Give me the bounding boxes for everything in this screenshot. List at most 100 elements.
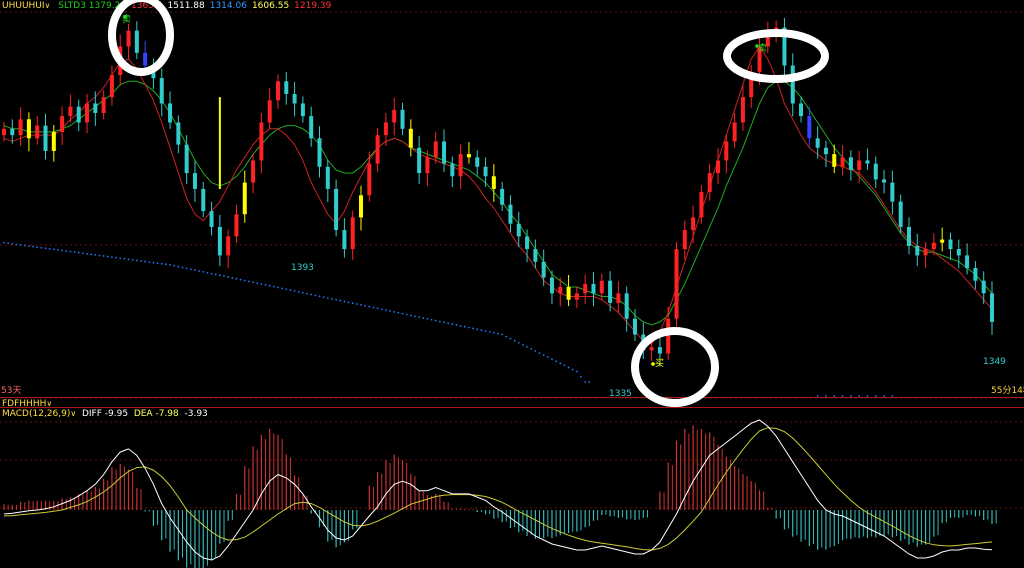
candle-body	[533, 249, 538, 262]
band-dot	[214, 273, 217, 276]
candle-body	[309, 116, 314, 139]
candle-body	[981, 280, 986, 294]
band-dot	[443, 321, 445, 324]
band-dot	[289, 289, 292, 292]
band-dot	[185, 267, 188, 270]
signal-label: 买	[655, 358, 664, 369]
band-dot	[314, 294, 317, 297]
candle-body	[724, 141, 729, 161]
band-dot	[517, 341, 520, 344]
band-dot	[833, 395, 836, 397]
candle-body	[616, 293, 621, 303]
ma-line-red	[3, 45, 993, 345]
band-dot	[322, 296, 325, 298]
band-dot	[36, 246, 39, 249]
band-dot	[135, 259, 138, 262]
band-dot	[94, 254, 97, 256]
band-dot	[111, 256, 113, 259]
candle-body	[915, 245, 920, 256]
band-dot	[380, 308, 383, 311]
band-dot	[235, 277, 238, 280]
candle-body	[375, 135, 380, 164]
band-dot	[318, 295, 321, 298]
candle-body	[392, 109, 397, 123]
price-label: 1335	[609, 389, 632, 399]
band-dot	[447, 322, 450, 325]
candle-body	[691, 217, 696, 231]
candle-body	[176, 122, 181, 145]
band-dot	[559, 362, 562, 365]
candle-body	[832, 154, 837, 167]
band-dot	[152, 261, 155, 264]
band-dot	[426, 317, 429, 320]
band-dot	[3, 241, 5, 244]
candle-body	[931, 242, 936, 250]
band-dot	[227, 276, 230, 278]
price-label: 1393	[291, 263, 314, 273]
band-dot	[430, 318, 433, 321]
band-dot	[513, 339, 516, 342]
candle-body	[234, 214, 239, 237]
band-dot	[11, 242, 14, 245]
band-dot	[575, 370, 578, 373]
band-dot	[106, 255, 109, 258]
band-dot	[293, 290, 296, 292]
band-dot	[140, 260, 142, 262]
candle-body	[732, 122, 737, 142]
band-dot	[841, 395, 844, 397]
candle-body	[574, 293, 579, 300]
price-chart[interactable]: 1393 1335 1349 卖买 卖	[0, 0, 1024, 568]
candle-body	[143, 52, 148, 66]
band-dot	[567, 366, 570, 369]
band-dot	[281, 287, 284, 290]
band-dot	[194, 269, 196, 272]
band-dot	[816, 395, 819, 397]
band-dot	[177, 265, 180, 268]
band-dot	[368, 305, 371, 308]
band-dot	[28, 245, 30, 247]
signal-label: 卖	[122, 14, 131, 25]
candle-body	[990, 293, 994, 322]
chevron-down-icon[interactable]: ∨	[70, 409, 76, 418]
macd-title[interactable]: MACD(12,26,9)	[2, 409, 70, 419]
candle-body	[699, 192, 704, 218]
price-label: 1349	[983, 357, 1006, 367]
band-dot	[463, 325, 466, 328]
band-dot	[355, 303, 358, 305]
band-dot	[858, 395, 861, 397]
band-dot	[181, 266, 184, 269]
candle-body	[192, 173, 197, 189]
candle-body	[865, 160, 870, 164]
band-dot	[389, 310, 391, 312]
band-dot	[584, 381, 587, 383]
band-dot	[268, 284, 271, 287]
band-dot	[405, 313, 408, 316]
band-dot	[69, 250, 72, 253]
band-dot	[484, 330, 487, 332]
band-dot	[90, 253, 93, 256]
candle-body	[300, 103, 305, 117]
band-dot	[65, 250, 68, 252]
candle-body	[848, 157, 853, 170]
candle-body	[342, 230, 347, 250]
band-dot	[15, 243, 18, 246]
candle-body	[109, 74, 114, 98]
band-dot	[189, 268, 192, 271]
candle-body	[632, 318, 637, 335]
band-dot	[202, 270, 205, 273]
band-dot	[98, 254, 101, 257]
candle-body	[275, 81, 280, 101]
band-dot	[160, 262, 163, 265]
candle-body	[657, 347, 662, 354]
candle-body	[599, 280, 604, 294]
candle-body	[790, 65, 795, 104]
signal-label: 卖	[758, 43, 767, 54]
candle-body	[218, 97, 221, 189]
band-dot	[339, 299, 342, 302]
candle-body	[483, 166, 488, 177]
band-dot	[393, 310, 396, 313]
band-dot	[210, 272, 213, 275]
candle-body	[890, 182, 895, 202]
candle-body	[973, 268, 978, 281]
band-dot	[492, 331, 495, 334]
